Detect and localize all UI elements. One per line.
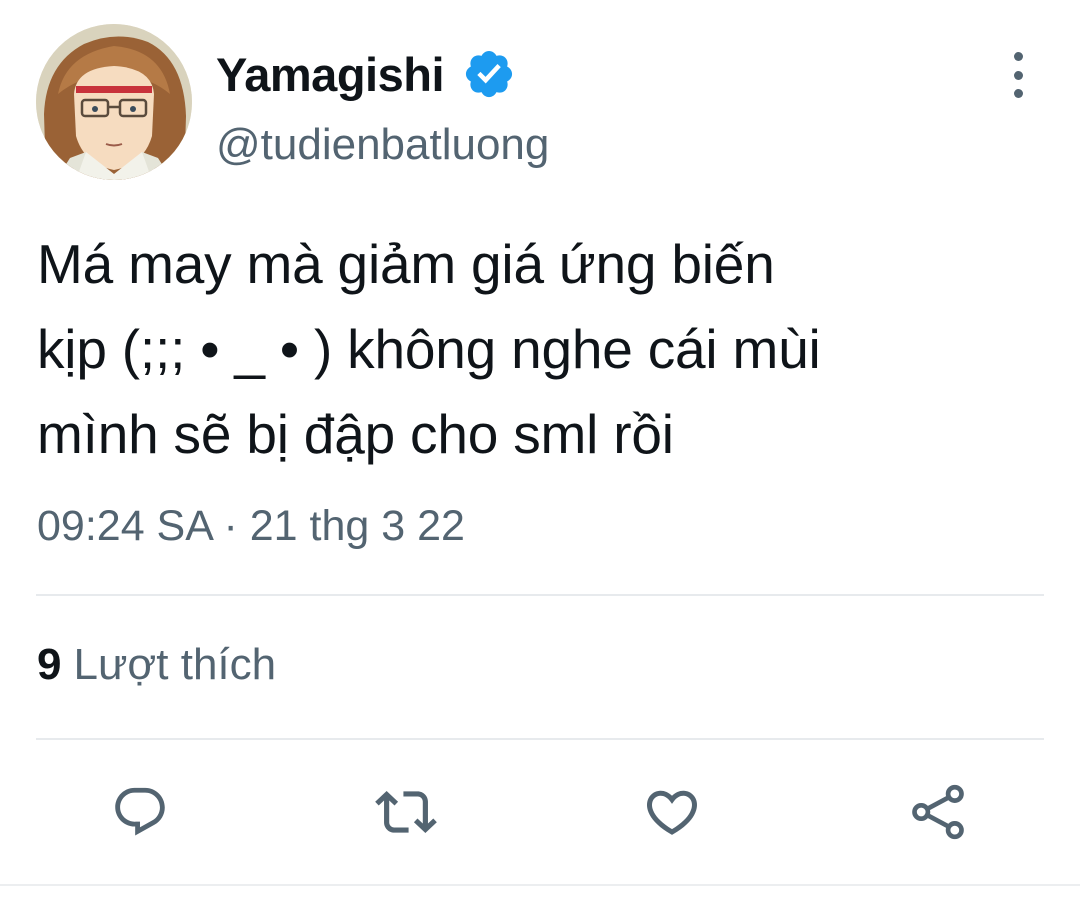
retweet-icon bbox=[375, 791, 437, 833]
likes-stat[interactable]: 9 Lượt thích bbox=[37, 640, 276, 690]
tweet-detail: Yamagishi @tudienbatluong Má may mà giảm… bbox=[0, 0, 1080, 903]
tweet-text: Má may mà giảm giá ứng biến kịp (;;; • _… bbox=[37, 233, 821, 465]
more-dot bbox=[1013, 89, 1023, 98]
reply-icon bbox=[115, 787, 165, 836]
tweet-timestamp[interactable]: 09:24 SA · 21 thg 3 22 bbox=[37, 502, 465, 551]
divider bbox=[36, 738, 1044, 740]
retweet-button[interactable] bbox=[374, 780, 438, 844]
author-name-row: Yamagishi bbox=[216, 44, 516, 104]
like-icon bbox=[646, 790, 698, 835]
more-dot bbox=[1013, 70, 1023, 80]
avatar[interactable] bbox=[36, 24, 192, 180]
likes-label: Lượt thích bbox=[73, 640, 277, 689]
more-dot bbox=[1013, 52, 1023, 61]
author-display-name[interactable]: Yamagishi bbox=[216, 47, 445, 102]
reply-button[interactable] bbox=[108, 780, 172, 844]
verified-badge-icon bbox=[462, 47, 516, 101]
likes-count: 9 bbox=[37, 640, 62, 689]
like-button[interactable] bbox=[640, 780, 704, 844]
more-options-icon[interactable] bbox=[998, 52, 1038, 98]
author-handle[interactable]: @tudienbatluong bbox=[216, 120, 549, 170]
share-button[interactable] bbox=[906, 780, 970, 844]
divider bbox=[36, 594, 1044, 596]
share-icon bbox=[912, 784, 964, 840]
divider bbox=[0, 884, 1080, 886]
